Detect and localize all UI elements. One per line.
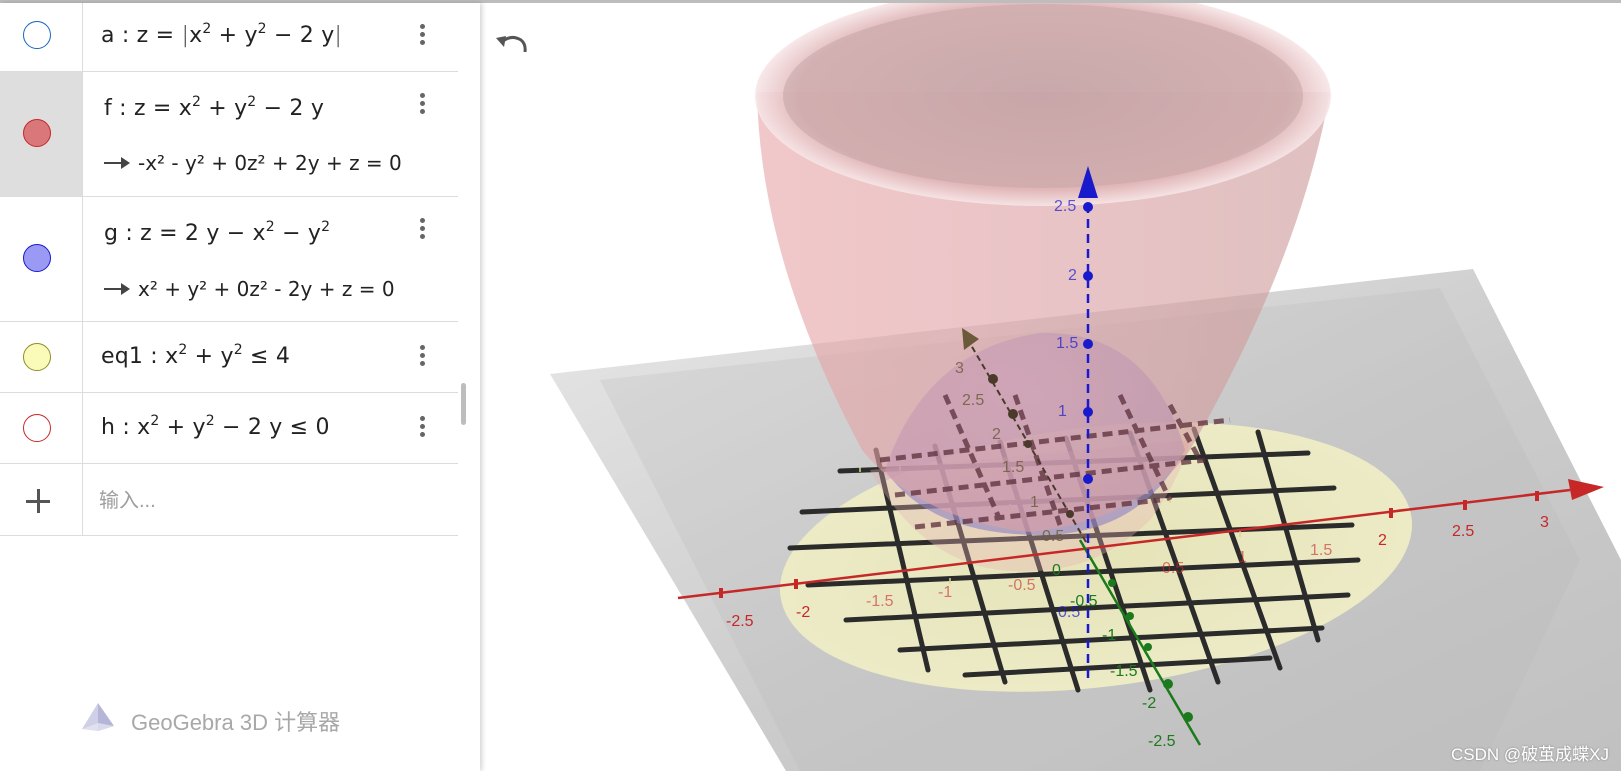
expression-g[interactable]: g : z = 2 y − x2 − y2 [104,220,330,246]
algebra-list: a : z = |x2 + y2 − 2 y| f : z = x2 + y2 … [0,3,458,536]
visibility-toggle-h[interactable] [23,414,51,442]
y-tick-label: -1 [1102,627,1116,644]
expression-f[interactable]: f : z = x2 + y2 − 2 y [104,95,324,121]
z-tick-label: 1.5 [1056,335,1078,352]
algebra-input[interactable] [97,482,431,520]
y-tick-label: 2 [992,426,1001,443]
more-vert-icon[interactable] [412,215,432,243]
x-tick-label: 3 [1540,514,1549,531]
algebra-row-g[interactable]: g : z = 2 y − x2 − y2 x² + y² + 0z² - 2y… [0,197,458,322]
definition-g: x² + y² + 0z² - 2y + z = 0 [104,277,395,301]
more-vert-icon[interactable] [412,342,432,370]
more-vert-icon[interactable] [412,413,432,441]
x-tick-label: -2.5 [726,613,754,630]
x-tick-label: 1.5 [1310,542,1332,559]
algebra-row-a[interactable]: a : z = |x2 + y2 − 2 y| [0,3,458,72]
expression-eq1[interactable]: eq1 : x2 + y2 ≤ 4 [101,343,290,369]
origin-label: 0 [1052,562,1061,579]
graphics-3d-view[interactable]: -2.5 -2 -1.5 -1 -0.5 0.5 1 1.5 2 2.5 3 -… [480,3,1621,771]
x-tick-label: 0.5 [1162,560,1184,577]
y-tick-label: 0.5 [1042,528,1064,545]
y-tick-label: -2.5 [1148,733,1176,750]
algebra-panel: a : z = |x2 + y2 − 2 y| f : z = x2 + y2 … [0,3,480,771]
visibility-toggle-a[interactable] [23,21,51,49]
z-tick-label: 0.5 [1058,604,1080,621]
x-tick-label: -1 [938,584,952,601]
watermark: CSDN @破茧成蝶XJ [1451,745,1609,764]
undo-icon[interactable] [493,30,529,60]
expression-a[interactable]: a : z = |x2 + y2 − 2 y| [101,22,342,48]
algebra-row-eq1[interactable]: eq1 : x2 + y2 ≤ 4 [0,322,458,393]
x-tick-label: 1 [1238,549,1247,566]
definition-f: -x² - y² + 0z² + 2y + z = 0 [104,151,402,175]
panel-scrollbar[interactable] [461,383,466,425]
y-tick-label: 2.5 [962,392,984,409]
algebra-input-row[interactable] [0,464,458,536]
app-brand: GeoGebra 3D 计算器 [131,710,341,735]
arrow-right-icon [104,156,130,169]
visibility-toggle-f[interactable] [23,119,51,147]
visibility-toggle-g[interactable] [23,244,51,272]
y-tick-label: 1 [1030,494,1039,511]
arrow-right-icon [104,282,130,295]
algebra-row-h[interactable]: h : x2 + y2 − 2 y ≤ 0 [0,393,458,464]
x-tick-label: -1.5 [866,593,894,610]
visibility-toggle-eq1[interactable] [23,343,51,371]
y-tick-label: -1.5 [1110,663,1138,680]
x-tick-label: 2 [1378,532,1387,549]
y-tick-label: -2 [1142,695,1156,712]
geogebra-logo-icon [82,703,114,731]
plus-icon[interactable] [26,489,50,513]
x-tick-label: 2.5 [1452,523,1474,540]
z-tick-label: 2.5 [1054,198,1076,215]
algebra-row-f[interactable]: f : z = x2 + y2 − 2 y -x² - y² + 0z² + 2… [0,72,458,197]
more-vert-icon[interactable] [412,90,432,118]
x-tick-label: -2 [796,604,810,621]
y-tick-label: 3 [955,360,964,377]
z-tick-label: 2 [1068,267,1077,284]
expression-h[interactable]: h : x2 + y2 − 2 y ≤ 0 [101,414,330,440]
surface-f-inner [783,4,1303,188]
y-tick-label: 1.5 [1002,459,1024,476]
x-tick-label: -0.5 [1008,577,1036,594]
z-tick-label: 1 [1058,403,1067,420]
more-vert-icon[interactable] [412,21,432,49]
